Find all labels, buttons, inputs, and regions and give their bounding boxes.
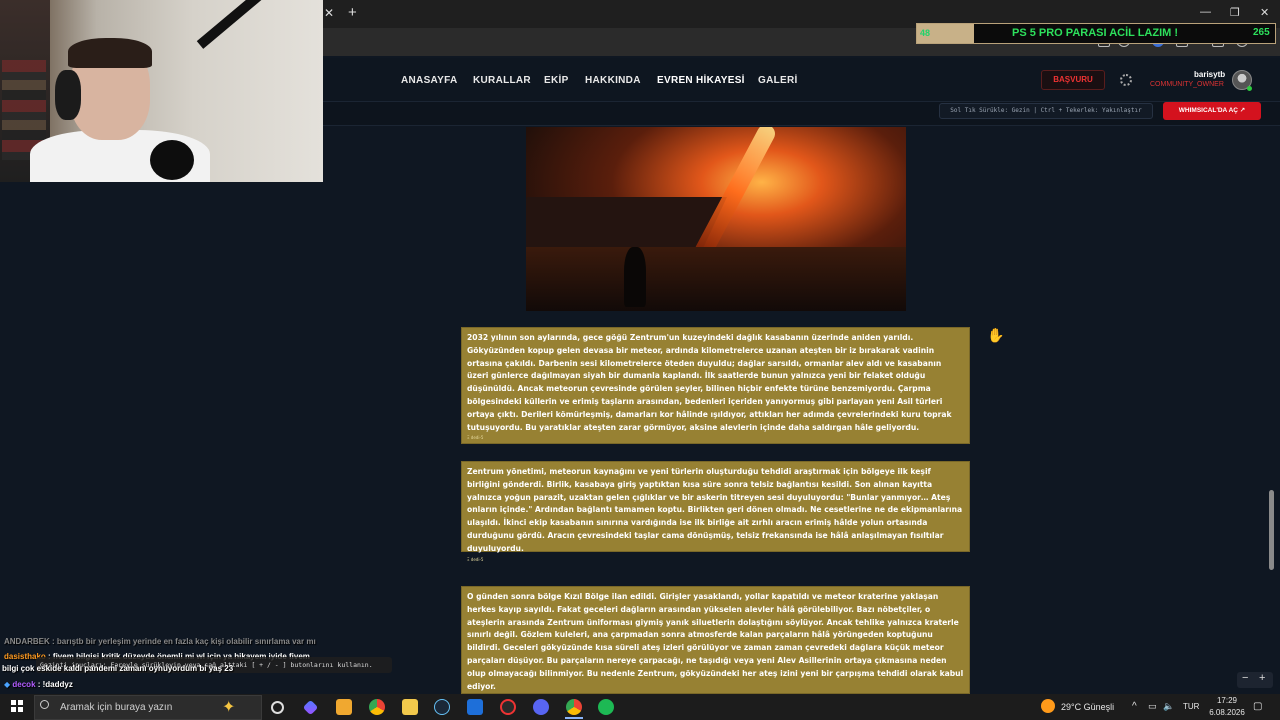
page-scrollbar[interactable] xyxy=(1269,490,1274,570)
hero-ground xyxy=(526,247,906,311)
donation-goal-target: 265 xyxy=(1253,27,1270,38)
chat-text: bilgi çok eskide kaldı pandemi zamanı oy… xyxy=(2,664,234,673)
volume-icon[interactable]: 🔈 xyxy=(1163,701,1174,712)
cortana-icon[interactable] xyxy=(271,701,284,714)
new-tab-button[interactable]: + xyxy=(348,4,357,21)
story-card-tag: Ξ dedi-5 xyxy=(467,556,484,562)
apply-button[interactable]: BAŞVURU xyxy=(1041,70,1105,90)
taskbar-search-placeholder: Aramak için buraya yazın xyxy=(60,702,173,713)
story-paragraph-3-intro: O günden sonra bölge xyxy=(467,592,565,601)
hero-figure xyxy=(624,247,646,307)
webcam-microphone xyxy=(150,140,194,180)
navigation-hint: Sol Tık Sürükle: Gezin | Ctrl + Tekerlek… xyxy=(939,103,1153,119)
chat-separator: : xyxy=(35,680,43,689)
chrome-icon[interactable] xyxy=(369,699,385,715)
webcam-overlay xyxy=(0,0,323,182)
nav-link-team[interactable]: EKİP xyxy=(544,75,569,86)
nav-link-home[interactable]: ANASAYFA xyxy=(401,75,458,86)
story-card-3[interactable]: O günden sonra bölge Kızıl Bölge ilan ed… xyxy=(461,586,970,694)
zoom-in-button[interactable]: + xyxy=(1259,672,1265,684)
nav-link-universe-story[interactable]: EVREN HİKAYESİ xyxy=(657,75,745,86)
story-card-1[interactable]: 2032 yılının son aylarında, gece göğü Ze… xyxy=(461,327,970,444)
story-hero-image xyxy=(526,127,906,311)
clock-date[interactable]: 6.08.2026 xyxy=(1203,708,1251,717)
chat-message: bilgi çok eskide kaldı pandemi zamanı oy… xyxy=(2,664,233,673)
windows-start-icon[interactable] xyxy=(11,700,23,712)
hand-cursor-icon: ✋ xyxy=(987,327,1005,343)
chat-text: barıştb bir yerleşim yerinde en fazla ka… xyxy=(56,637,316,646)
network-icon[interactable]: ▭ xyxy=(1148,701,1157,712)
chrome-active-icon[interactable] xyxy=(566,699,582,715)
story-card-2[interactable]: Zentrum yönetimi, meteorun kaynağını ve … xyxy=(461,461,970,562)
zoom-controls: − + xyxy=(1237,672,1273,688)
spotify-icon[interactable] xyxy=(598,699,614,715)
store-icon[interactable] xyxy=(336,699,352,715)
restore-button[interactable]: ❐ xyxy=(1230,6,1240,19)
hero-meteor-streak xyxy=(691,127,779,263)
search-icon xyxy=(40,700,49,709)
story-paragraph-1: 2032 yılının son aylarında, gece göğü Ze… xyxy=(467,333,952,432)
story-paragraph-3-body: ilan edildi. Girişler yasaklandı, yollar… xyxy=(467,592,964,691)
nav-link-about[interactable]: HAKKINDA xyxy=(585,75,641,86)
copilot-sparkle-icon[interactable]: ✦ xyxy=(222,697,235,717)
webcam-headset xyxy=(55,70,81,120)
nav-link-gallery[interactable]: GALERİ xyxy=(758,75,798,86)
tray-chevron-icon[interactable]: ^ xyxy=(1132,701,1137,712)
story-paragraph-2: Zentrum yönetimi, meteorun kaynağını ve … xyxy=(467,467,963,553)
clock-time[interactable]: 17:29 xyxy=(1207,696,1247,705)
webcam-streamer-hair xyxy=(68,38,152,68)
notification-icon[interactable]: ▢ xyxy=(1253,701,1262,712)
donation-goal-title: PS 5 PRO PARASI ACİL LAZIM ! xyxy=(1012,27,1179,39)
minimize-button[interactable]: — xyxy=(1200,6,1211,18)
site-navbar xyxy=(322,58,1280,102)
active-app-indicator xyxy=(565,717,583,719)
user-role: COMMUNITY_OWNER xyxy=(1150,81,1224,88)
donation-goal-current: 48 xyxy=(920,28,931,38)
online-status-dot xyxy=(1247,86,1252,91)
vpn-icon[interactable] xyxy=(467,699,483,715)
weather-text[interactable]: 29°C Güneşli xyxy=(1061,702,1114,712)
window-close-button[interactable]: ✕ xyxy=(1260,6,1269,19)
chat-message: ANDARBEK : barıştb bir yerleşim yerinde … xyxy=(4,637,316,646)
open-whimsical-button[interactable]: WHIMSICAL'DA AÇ ↗ xyxy=(1163,102,1261,120)
chat-message: ◆ decok : !daddyz xyxy=(4,680,73,689)
badge-icon: ◆ xyxy=(4,680,11,689)
story-red-zone-term: Kızıl Bölge xyxy=(564,592,610,601)
theme-toggle-icon[interactable] xyxy=(1120,74,1132,86)
story-card-tag: Ξ dedi-5 xyxy=(467,435,484,441)
nav-link-rules[interactable]: KURALLAR xyxy=(473,75,531,86)
chat-username: decok xyxy=(12,680,36,689)
open-whimsical-label: WHIMSICAL'DA AÇ xyxy=(1178,107,1238,114)
weather-sun-icon[interactable] xyxy=(1041,699,1055,713)
chat-text: !daddyz xyxy=(42,680,73,689)
chat-username: ANDARBEK xyxy=(4,637,50,646)
file-explorer-icon[interactable] xyxy=(402,699,418,715)
discord-icon[interactable] xyxy=(533,699,549,715)
webcam-mic-arm xyxy=(196,0,288,49)
user-name: barisytb xyxy=(1194,70,1226,79)
zoom-out-button[interactable]: − xyxy=(1242,672,1248,684)
tab-close-icon[interactable]: ✕ xyxy=(324,6,334,20)
external-link-icon: ↗ xyxy=(1239,107,1246,114)
chat-separator: : xyxy=(49,637,57,646)
language-indicator[interactable]: TUR xyxy=(1183,702,1199,711)
obs-icon[interactable] xyxy=(500,699,516,715)
steam-icon[interactable] xyxy=(434,699,450,715)
